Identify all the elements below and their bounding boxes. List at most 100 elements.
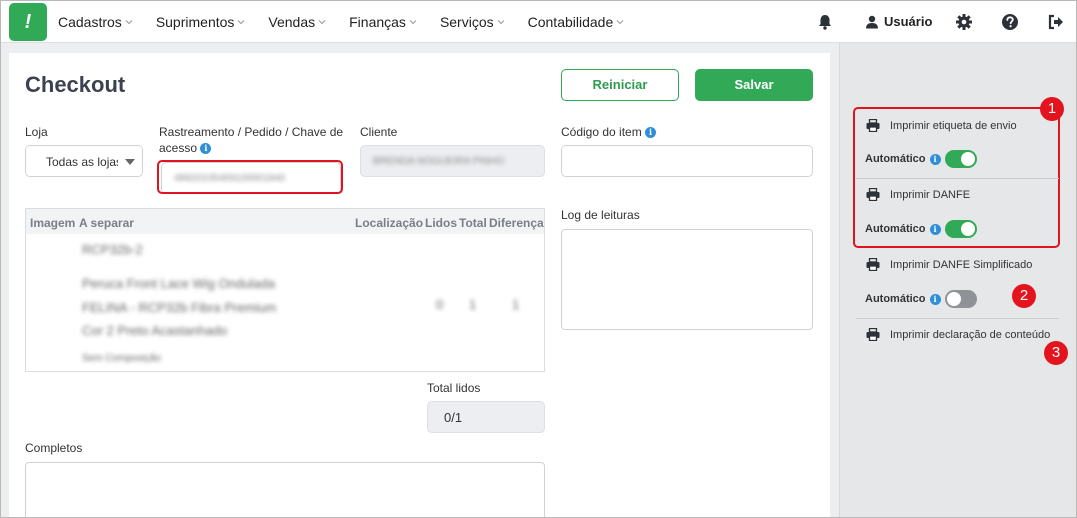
- checkout-panel: Checkout Reiniciar Salvar Loja Todas as …: [9, 53, 830, 517]
- logout-icon[interactable]: [1047, 13, 1065, 31]
- gear-icon[interactable]: [955, 13, 973, 31]
- chevron-down-icon: [125, 20, 133, 25]
- menu-label: Vendas: [268, 14, 316, 30]
- annotation-badge-2: 2: [1012, 284, 1036, 308]
- info-icon[interactable]: i: [929, 223, 941, 235]
- toggle-knob: [946, 292, 961, 306]
- info-icon[interactable]: i: [929, 153, 941, 165]
- print-label: Imprimir etiqueta de envio: [890, 119, 1017, 132]
- table-header: Imagem A separar Localização Lidos Total…: [26, 209, 544, 234]
- main-menu: Cadastros Suprimentos Vendas Finanças Se…: [58, 1, 647, 43]
- menu-item-servicos[interactable]: Serviços: [440, 14, 505, 30]
- item-line5: Sem Composição: [82, 353, 161, 364]
- total-lidos-label: Total lidos: [427, 381, 481, 395]
- menu-item-financas[interactable]: Finanças: [349, 14, 417, 30]
- chevron-down-icon: [497, 20, 504, 25]
- printer-icon: [866, 328, 880, 341]
- info-icon[interactable]: i: [645, 127, 657, 139]
- top-navbar: ! Cadastros Suprimentos Vendas Finanças …: [1, 1, 1076, 43]
- th-lidos: Lidos: [425, 216, 457, 230]
- chevron-down-icon: [318, 20, 326, 25]
- printer-icon: [866, 188, 880, 201]
- rastreamento-label-line2-wrap: acesso i: [159, 141, 343, 155]
- print-declaracao-button[interactable]: Imprimir declaração de conteúdo: [866, 328, 1050, 341]
- cliente-input: BRENDA NOGUEIRA PINHO: [360, 145, 545, 177]
- auto-toggle-danfe[interactable]: [944, 220, 977, 238]
- codigo-label: Código do item i: [561, 125, 657, 139]
- printer-icon: [866, 119, 880, 132]
- loja-select-value: Todas as lojas: [46, 155, 118, 169]
- codigo-input[interactable]: [561, 145, 813, 177]
- toggle-knob: [960, 152, 975, 166]
- annotation-badge-1: 1: [1040, 97, 1064, 121]
- total-lidos-value: 0/1: [444, 410, 463, 425]
- cliente-value: BRENDA NOGUEIRA PINHO: [373, 156, 505, 167]
- auto-label: Automático: [865, 293, 926, 305]
- items-table: Imagem A separar Localização Lidos Total…: [25, 208, 545, 372]
- log-label: Log de leituras: [561, 208, 640, 222]
- save-button[interactable]: Salvar: [695, 69, 813, 101]
- rastreamento-label-line1: Rastreamento / Pedido / Chave de: [159, 125, 344, 139]
- print-danfe-button[interactable]: Imprimir DANFE: [866, 188, 970, 201]
- user-name: Usuário: [884, 14, 933, 29]
- rastreamento-label-line2: acesso: [159, 141, 198, 155]
- item-total: 1: [469, 297, 477, 312]
- reset-button[interactable]: Reiniciar: [561, 69, 679, 101]
- page-title: Checkout: [25, 72, 126, 97]
- item-line2: Peruca Front Lace Wig Ondulada: [82, 276, 275, 291]
- auto-label: Automático: [865, 153, 926, 165]
- toggle-knob: [960, 222, 975, 236]
- print-label: Imprimir DANFE Simplificado: [890, 258, 1033, 271]
- rastreamento-label: Rastreamento / Pedido / Chave de acesso …: [159, 125, 343, 155]
- help-icon[interactable]: [1001, 13, 1019, 31]
- th-localizacao: Localização: [355, 216, 424, 230]
- item-lidos: 0: [436, 297, 444, 312]
- menu-item-contabilidade[interactable]: Contabilidade: [528, 14, 625, 30]
- item-line4: Cor 2 Preto Acastanhado: [82, 323, 228, 338]
- caret-down-icon: [125, 159, 135, 165]
- auto-toggle-danfe-simplificado[interactable]: [944, 290, 977, 308]
- bell-icon[interactable]: [816, 13, 834, 31]
- item-line3: FELINA - RCP32b Fibra Premium: [82, 300, 277, 315]
- menu-label: Serviços: [439, 14, 494, 30]
- chevron-down-icon: [616, 20, 624, 25]
- menu-label: Suprimentos: [155, 14, 235, 30]
- divider: [856, 178, 1059, 179]
- user-icon: [866, 15, 878, 28]
- chevron-down-icon: [409, 20, 417, 25]
- info-icon[interactable]: i: [929, 293, 941, 305]
- loja-select[interactable]: Todas as lojas: [25, 145, 143, 177]
- item-diferenca: 1: [512, 297, 520, 312]
- total-lidos-field: 0/1: [427, 401, 545, 433]
- menu-item-cadastros[interactable]: Cadastros: [58, 14, 133, 30]
- loja-label: Loja: [25, 125, 48, 139]
- divider: [856, 318, 1059, 319]
- print-shipping-label-button[interactable]: Imprimir etiqueta de envio: [866, 119, 1017, 132]
- completos-label: Completos: [25, 441, 83, 455]
- auto-row-danfe: Automático i: [865, 220, 977, 238]
- print-options-panel: Imprimir etiqueta de envio Automático i …: [839, 43, 1076, 517]
- auto-toggle-shipping[interactable]: [944, 150, 977, 168]
- log-textarea[interactable]: [561, 229, 813, 330]
- th-a-separar: A separar: [79, 216, 134, 230]
- menu-label: Contabilidade: [527, 14, 614, 30]
- menu-label: Cadastros: [58, 14, 122, 30]
- annotation-badge-3: 3: [1044, 341, 1068, 365]
- chevron-down-icon: [238, 20, 245, 25]
- item-line1: RCP32b-2: [82, 242, 143, 257]
- auto-row-shipping: Automático i: [865, 150, 977, 168]
- menu-item-vendas[interactable]: Vendas: [268, 14, 326, 30]
- print-label: Imprimir DANFE: [890, 188, 971, 201]
- app-logo[interactable]: !: [9, 3, 47, 41]
- printer-icon: [866, 258, 880, 271]
- menu-label: Finanças: [349, 14, 406, 30]
- cliente-label: Cliente: [360, 125, 398, 139]
- codigo-label-text: Código do item: [561, 125, 642, 139]
- th-total: Total: [459, 216, 487, 230]
- app-window: ! Cadastros Suprimentos Vendas Finanças …: [0, 0, 1077, 518]
- info-icon[interactable]: i: [200, 143, 212, 155]
- user-menu[interactable]: Usuário: [865, 14, 932, 29]
- print-label: Imprimir declaração de conteúdo: [890, 328, 1051, 341]
- print-danfe-simplificado-button[interactable]: Imprimir DANFE Simplificado: [866, 258, 1032, 271]
- menu-item-suprimentos[interactable]: Suprimentos: [156, 14, 246, 30]
